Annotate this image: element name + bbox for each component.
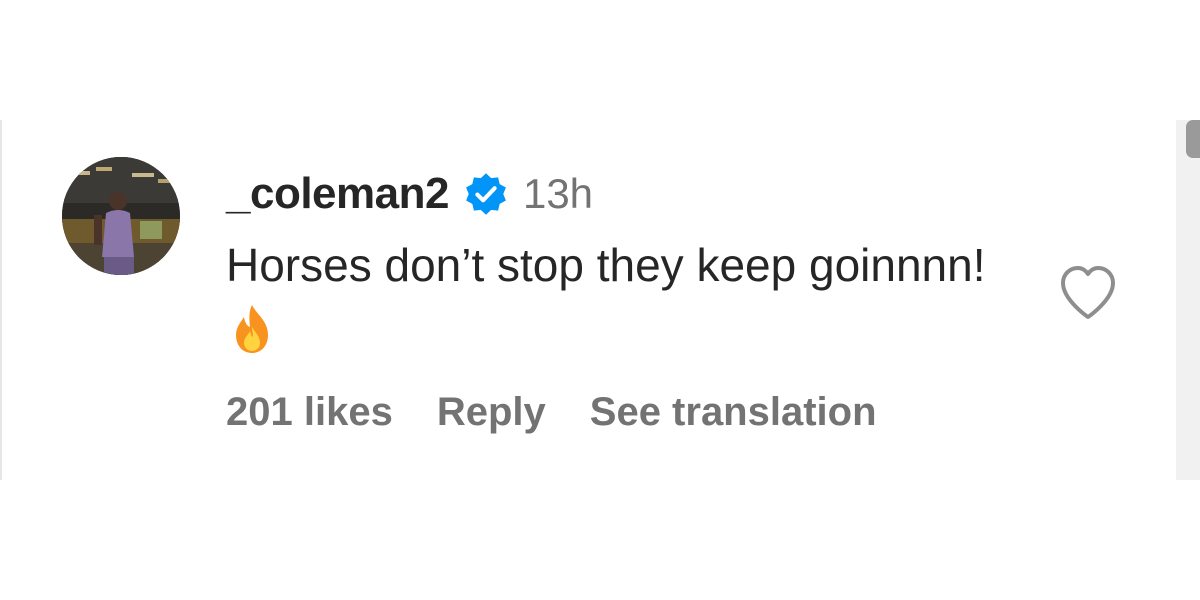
- fire-icon: [236, 305, 268, 353]
- comment-header: _coleman2 13h: [226, 166, 593, 222]
- reply-button[interactable]: Reply: [437, 390, 546, 435]
- page: _coleman2 13h Horses don’t stop they kee…: [0, 0, 1200, 600]
- scrollbar[interactable]: [1176, 120, 1200, 480]
- timestamp: 13h: [522, 170, 594, 217]
- avatar-photo: [62, 157, 180, 275]
- avatar[interactable]: [62, 157, 180, 275]
- scrollbar-thumb[interactable]: [1186, 120, 1200, 158]
- comment-card: _coleman2 13h Horses don’t stop they kee…: [0, 120, 1176, 480]
- likes-count-link[interactable]: 201 likes: [226, 390, 393, 435]
- comment-body: Horses don’t stop they keep goinnnn!: [226, 232, 986, 364]
- verified-badge-icon: [466, 173, 506, 215]
- see-translation-link[interactable]: See translation: [590, 390, 877, 435]
- comment-actions: 201 likes Reply See translation: [226, 390, 877, 435]
- comment-text: Horses don’t stop they keep goinnnn!: [226, 239, 986, 291]
- username-link[interactable]: _coleman2: [226, 169, 449, 219]
- heart-outline-icon[interactable]: [1058, 264, 1118, 322]
